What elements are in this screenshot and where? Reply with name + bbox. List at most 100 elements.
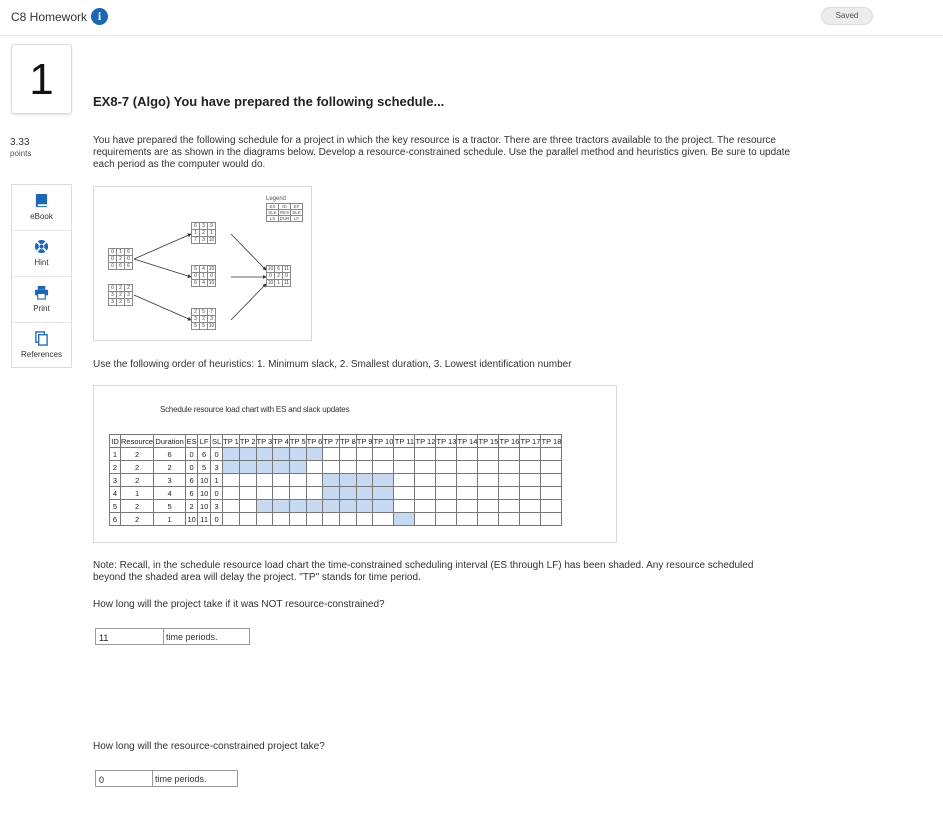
period-cell xyxy=(519,473,542,487)
period-cell xyxy=(339,512,357,526)
constrained-unit-label: time periods. xyxy=(153,770,238,787)
network-legend: ES ID EF SLK RES SLK LS DUR LF xyxy=(266,203,303,222)
shaded-period-cell xyxy=(222,460,240,474)
column-header: TP 7 xyxy=(322,434,341,448)
unconstrained-unit-label: time periods. xyxy=(164,628,250,645)
period-cell xyxy=(414,499,437,513)
period-cell xyxy=(238,499,257,513)
period-cell xyxy=(305,512,324,526)
shaded-period-cell xyxy=(339,499,357,513)
column-header: TP 18 xyxy=(540,434,563,448)
period-cell xyxy=(477,512,500,526)
period-cell xyxy=(288,512,307,526)
network-node-2: 022 323 325 xyxy=(108,284,133,306)
question-description: You have prepared the following schedule… xyxy=(93,135,791,170)
table-cell-duration: 5 xyxy=(153,499,187,513)
period-cell xyxy=(222,512,240,526)
table-cell-id: 4 xyxy=(109,486,121,500)
period-cell xyxy=(222,499,240,513)
ebook-button[interactable]: eBook xyxy=(12,185,71,231)
table-cell-duration: 3 xyxy=(153,473,187,487)
network-node-5: 257 323 5 5 10 xyxy=(191,308,216,330)
period-cell xyxy=(393,447,416,461)
points-label: points xyxy=(10,149,32,158)
table-cell-es: 0 xyxy=(185,460,199,474)
period-cell xyxy=(498,473,521,487)
points-value: 3.33 xyxy=(10,137,30,148)
period-cell xyxy=(355,512,374,526)
shaded-period-cell xyxy=(288,499,307,513)
chart-title: Schedule resource load chart with ES and… xyxy=(160,405,350,414)
period-cell xyxy=(498,486,521,500)
references-button[interactable]: References xyxy=(12,323,71,369)
print-button[interactable]: Print xyxy=(12,277,71,323)
period-cell xyxy=(456,473,479,487)
period-cell xyxy=(519,512,542,526)
period-cell xyxy=(305,473,324,487)
period-cell xyxy=(477,460,500,474)
info-icon[interactable]: i xyxy=(91,8,108,25)
shaded-period-cell xyxy=(255,499,274,513)
shaded-period-cell xyxy=(272,447,290,461)
column-header: TP 2 xyxy=(238,434,257,448)
table-cell-duration: 6 xyxy=(153,447,187,461)
assignment-title: C8 Homework xyxy=(11,10,88,24)
column-header: TP 14 xyxy=(456,434,479,448)
table-row: 4 1 4 6 10 0 xyxy=(109,486,563,500)
column-header: TP 16 xyxy=(498,434,521,448)
period-cell xyxy=(519,460,542,474)
table-row: 3 2 3 6 10 1 xyxy=(109,473,563,487)
period-cell xyxy=(222,473,240,487)
period-cell xyxy=(456,499,479,513)
table-row: 126060 xyxy=(109,447,563,461)
ebook-label: eBook xyxy=(30,212,53,221)
column-header: TP 1 xyxy=(222,434,240,448)
shaded-period-cell xyxy=(272,499,290,513)
shaded-period-cell xyxy=(355,473,374,487)
hint-button[interactable]: Hint xyxy=(12,231,71,277)
shaded-period-cell xyxy=(339,473,357,487)
period-cell xyxy=(477,486,500,500)
period-cell xyxy=(255,473,274,487)
table-cell-sl: 3 xyxy=(210,499,224,513)
period-cell xyxy=(305,460,324,474)
column-header: Resource xyxy=(119,434,155,448)
question-title: EX8-7 (Algo) You have prepared the follo… xyxy=(93,94,445,109)
column-header: TP 17 xyxy=(519,434,542,448)
period-cell xyxy=(498,512,521,526)
period-cell xyxy=(414,460,437,474)
table-row: 222053 xyxy=(109,460,563,474)
shaded-period-cell xyxy=(255,460,274,474)
period-cell xyxy=(540,447,563,461)
unconstrained-duration-input[interactable] xyxy=(95,628,164,645)
shaded-period-cell xyxy=(255,447,274,461)
column-header: TP 8 xyxy=(339,434,357,448)
period-cell xyxy=(255,486,274,500)
period-cell xyxy=(477,473,500,487)
period-cell xyxy=(477,447,500,461)
period-cell xyxy=(456,512,479,526)
period-cell xyxy=(372,447,395,461)
column-header: LF xyxy=(197,434,212,448)
shaded-period-cell xyxy=(288,447,307,461)
schedule-header-row: ID Resource Duration ES LF SL TP 1 TP 2 TP 3 TP 4… xyxy=(109,434,563,448)
period-cell xyxy=(435,460,458,474)
book-icon xyxy=(35,193,48,208)
table-cell-id: 2 xyxy=(109,460,121,474)
period-cell xyxy=(272,473,290,487)
period-cell xyxy=(435,447,458,461)
network-node-3: 639 121 7 3 10 xyxy=(191,222,216,244)
column-header: TP 6 xyxy=(305,434,324,448)
constrained-duration-input[interactable] xyxy=(95,770,153,787)
shaded-period-cell xyxy=(222,447,240,461)
period-cell xyxy=(372,512,395,526)
period-cell xyxy=(456,460,479,474)
shaded-period-cell xyxy=(272,460,290,474)
table-cell-duration: 4 xyxy=(153,486,187,500)
period-cell xyxy=(222,486,240,500)
column-header: SL xyxy=(210,434,224,448)
period-cell xyxy=(435,499,458,513)
period-cell xyxy=(322,460,341,474)
table-cell-es: 6 xyxy=(185,486,199,500)
question-1-text: How long will the project take if it was… xyxy=(93,599,385,610)
